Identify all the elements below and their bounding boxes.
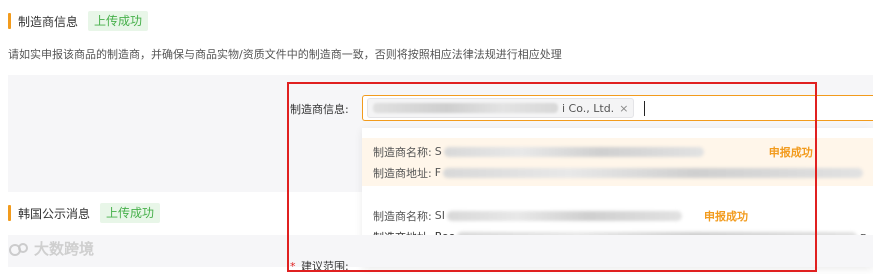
option-name-label: 制造商名称: [373, 145, 432, 159]
section-title: 制造商信息 [18, 14, 79, 29]
option-address-line: 制造商地址: F [373, 162, 873, 183]
watermark-text: 大数跨境 [34, 240, 95, 258]
upload-status-badge: 上传成功 [88, 11, 149, 31]
korea-form-panel [8, 235, 873, 267]
option-name-line: 制造商名称: S 申报成功 [373, 141, 873, 162]
section-accent-bar [8, 13, 11, 29]
section-accent-bar [8, 205, 11, 221]
option-address-value: F [434, 166, 442, 179]
option-address-label: 制造商地址: [373, 166, 432, 180]
option-name-value: SI [434, 209, 445, 222]
redacted-text [373, 103, 558, 113]
watermark: 大数跨境 [8, 238, 94, 259]
upload-status-badge: 上传成功 [100, 203, 161, 223]
chip-label: i Co., Ltd. [562, 101, 615, 115]
korea-section-header: 韩国公示消息 上传成功 [8, 203, 161, 223]
option-name-line: 制造商名称: SI 申报成功 [373, 205, 873, 226]
option-name-label: 制造商名称: [373, 209, 432, 223]
option-status: 申报成功 [703, 209, 748, 223]
manufacturer-select[interactable]: i Co., Ltd. × [362, 95, 873, 121]
redacted-text [443, 167, 864, 178]
manufacturer-notice: 请如实申报该商品的制造商，并确保与商品实物/资质文件中的制造商一致，否则将按照相… [8, 48, 562, 61]
dropdown-option[interactable]: 制造商名称: S 申报成功 制造商地址: F [362, 138, 873, 186]
text-cursor [644, 100, 646, 116]
watermark-logo-icon [9, 242, 28, 256]
section-title: 韩国公示消息 [18, 206, 91, 221]
manufacturer-field-label: 制造商信息: [290, 103, 349, 116]
selected-manufacturer-chip: i Co., Ltd. × [367, 98, 635, 118]
option-name-value: S [434, 145, 442, 158]
manufacturer-section-header: 制造商信息 上传成功 [8, 11, 149, 31]
redacted-text [446, 210, 682, 221]
next-field-label: * 建议范围: [290, 258, 349, 274]
redacted-text [443, 146, 704, 157]
chip-close-icon[interactable]: × [619, 102, 628, 115]
option-status: 申报成功 [768, 145, 813, 159]
